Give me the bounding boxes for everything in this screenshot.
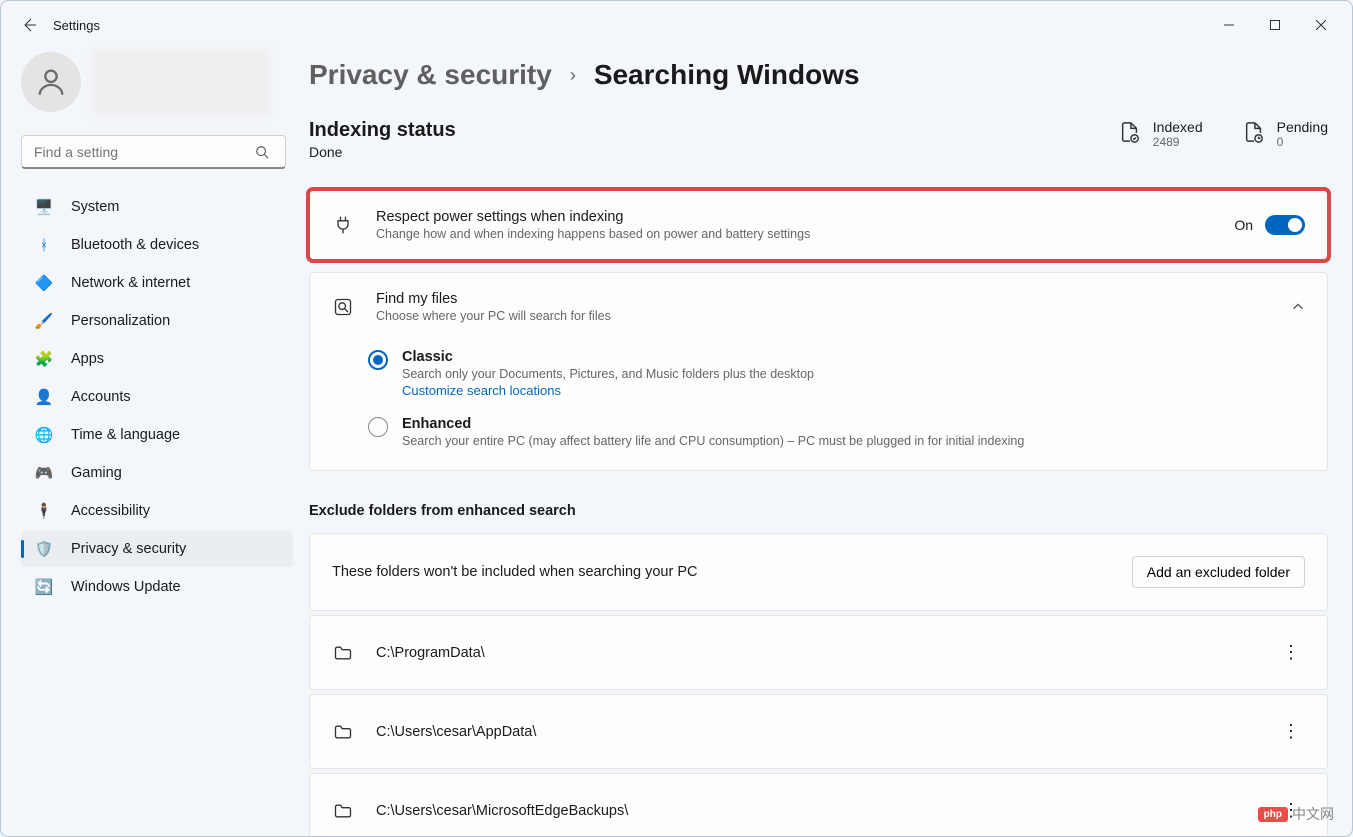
chevron-right-icon: › bbox=[570, 65, 576, 86]
radio-option-classic[interactable]: Classic Search only your Documents, Pict… bbox=[368, 349, 1305, 398]
find-card-desc: Choose where your PC will search for fil… bbox=[376, 309, 1269, 323]
breadcrumb: Privacy & security › Searching Windows bbox=[309, 59, 1328, 91]
nav-label: Apps bbox=[71, 351, 104, 367]
radio-button[interactable] bbox=[368, 350, 388, 370]
maximize-button[interactable] bbox=[1252, 9, 1298, 41]
nav-label: Gaming bbox=[71, 465, 122, 481]
nav-icon: 🔷 bbox=[35, 274, 53, 292]
nav-icon: 🔄 bbox=[35, 578, 53, 596]
breadcrumb-parent[interactable]: Privacy & security bbox=[309, 59, 552, 91]
back-button[interactable] bbox=[9, 5, 49, 45]
folder-icon bbox=[332, 721, 354, 743]
excluded-folder-row: C:\ProgramData\ ⋮ bbox=[309, 615, 1328, 690]
sidebar-item-privacy-security[interactable]: 🛡️ Privacy & security bbox=[21, 531, 293, 567]
folder-path: C:\Users\cesar\AppData\ bbox=[376, 724, 1256, 740]
customize-link[interactable]: Customize search locations bbox=[402, 383, 814, 398]
nav-label: Network & internet bbox=[71, 275, 190, 291]
radio-button[interactable] bbox=[368, 417, 388, 437]
sidebar-item-apps[interactable]: 🧩 Apps bbox=[21, 341, 293, 377]
sidebar-item-personalization[interactable]: 🖌️ Personalization bbox=[21, 303, 293, 339]
nav-label: Personalization bbox=[71, 313, 170, 329]
power-card-desc: Change how and when indexing happens bas… bbox=[376, 227, 1212, 241]
status-heading: Indexing status bbox=[309, 119, 456, 142]
nav-icon: 🧩 bbox=[35, 350, 53, 368]
file-check-icon bbox=[1119, 121, 1141, 143]
nav-label: Privacy & security bbox=[71, 541, 186, 557]
sidebar-item-gaming[interactable]: 🎮 Gaming bbox=[21, 455, 293, 491]
exclude-desc: These folders won't be included when sea… bbox=[332, 564, 1110, 580]
indexing-status-row: Indexing status Done Indexed2489 Pending… bbox=[309, 119, 1328, 160]
nav-label: Bluetooth & devices bbox=[71, 237, 199, 253]
sidebar-item-time-language[interactable]: 🌐 Time & language bbox=[21, 417, 293, 453]
more-options-button[interactable]: ⋮ bbox=[1278, 717, 1305, 746]
nav-icon: 🕴️ bbox=[35, 502, 53, 520]
plug-icon bbox=[332, 214, 354, 236]
watermark: php 中文网 bbox=[1258, 804, 1334, 824]
avatar bbox=[21, 52, 81, 112]
breadcrumb-current: Searching Windows bbox=[594, 59, 860, 91]
find-my-files-card: Find my files Choose where your PC will … bbox=[309, 272, 1328, 471]
sidebar: 🖥️ System ᚼ Bluetooth & devices 🔷 Network & i… bbox=[1, 49, 301, 836]
nav-icon: 🖥️ bbox=[35, 198, 53, 216]
nav-icon: 🎮 bbox=[35, 464, 53, 482]
close-button[interactable] bbox=[1298, 9, 1344, 41]
nav-label: Accounts bbox=[71, 389, 131, 405]
excluded-folder-row: C:\Users\cesar\AppData\ ⋮ bbox=[309, 694, 1328, 769]
pending-stat: Pending0 bbox=[1243, 119, 1328, 149]
main-content[interactable]: Privacy & security › Searching Windows I… bbox=[301, 49, 1352, 836]
nav-icon: 🖌️ bbox=[35, 312, 53, 330]
folder-icon bbox=[332, 642, 354, 664]
nav-icon: 🌐 bbox=[35, 426, 53, 444]
more-options-button[interactable]: ⋮ bbox=[1278, 638, 1305, 667]
app-title: Settings bbox=[53, 18, 100, 33]
folder-path: C:\ProgramData\ bbox=[376, 645, 1256, 661]
power-toggle[interactable] bbox=[1265, 215, 1305, 235]
window-controls bbox=[1206, 9, 1344, 41]
toggle-state-label: On bbox=[1234, 217, 1253, 233]
sidebar-item-network-internet[interactable]: 🔷 Network & internet bbox=[21, 265, 293, 301]
search-box bbox=[21, 135, 293, 169]
search-input[interactable] bbox=[21, 135, 286, 169]
add-excluded-folder-button[interactable]: Add an excluded folder bbox=[1132, 556, 1305, 588]
option-title: Enhanced bbox=[402, 416, 1024, 432]
sidebar-item-bluetooth-devices[interactable]: ᚼ Bluetooth & devices bbox=[21, 227, 293, 263]
excluded-folder-row: C:\Users\cesar\MicrosoftEdgeBackups\ ⋮ bbox=[309, 773, 1328, 836]
search-doc-icon bbox=[332, 296, 354, 318]
radio-option-enhanced[interactable]: Enhanced Search your entire PC (may affe… bbox=[368, 416, 1305, 448]
profile-area[interactable] bbox=[21, 49, 293, 115]
sidebar-item-system[interactable]: 🖥️ System bbox=[21, 189, 293, 225]
power-settings-card: Respect power settings when indexing Cha… bbox=[309, 190, 1328, 260]
find-options: Classic Search only your Documents, Pict… bbox=[310, 341, 1327, 470]
option-desc: Search your entire PC (may affect batter… bbox=[402, 434, 1024, 448]
nav-icon: 🛡️ bbox=[35, 540, 53, 558]
nav-label: Time & language bbox=[71, 427, 180, 443]
title-bar: Settings bbox=[1, 1, 1352, 49]
exclude-heading: Exclude folders from enhanced search bbox=[309, 503, 1328, 519]
option-title: Classic bbox=[402, 349, 814, 365]
sidebar-nav: 🖥️ System ᚼ Bluetooth & devices 🔷 Network & i… bbox=[21, 189, 293, 605]
file-clock-icon bbox=[1243, 121, 1265, 143]
nav-label: System bbox=[71, 199, 119, 215]
nav-label: Accessibility bbox=[71, 503, 150, 519]
find-card-title: Find my files bbox=[376, 291, 1269, 307]
status-value: Done bbox=[309, 144, 456, 160]
nav-icon: ᚼ bbox=[35, 236, 53, 254]
nav-icon: 👤 bbox=[35, 388, 53, 406]
sidebar-item-windows-update[interactable]: 🔄 Windows Update bbox=[21, 569, 293, 605]
folder-path: C:\Users\cesar\MicrosoftEdgeBackups\ bbox=[376, 803, 1256, 819]
search-icon bbox=[255, 145, 269, 159]
minimize-button[interactable] bbox=[1206, 9, 1252, 41]
profile-name-redacted bbox=[93, 49, 269, 115]
sidebar-item-accessibility[interactable]: 🕴️ Accessibility bbox=[21, 493, 293, 529]
option-desc: Search only your Documents, Pictures, an… bbox=[402, 367, 814, 381]
indexed-stat: Indexed2489 bbox=[1119, 119, 1203, 149]
sidebar-item-accounts[interactable]: 👤 Accounts bbox=[21, 379, 293, 415]
chevron-up-icon[interactable] bbox=[1291, 300, 1305, 314]
power-card-title: Respect power settings when indexing bbox=[376, 209, 1212, 225]
folder-icon bbox=[332, 800, 354, 822]
exclude-desc-card: These folders won't be included when sea… bbox=[309, 533, 1328, 611]
nav-label: Windows Update bbox=[71, 579, 181, 595]
